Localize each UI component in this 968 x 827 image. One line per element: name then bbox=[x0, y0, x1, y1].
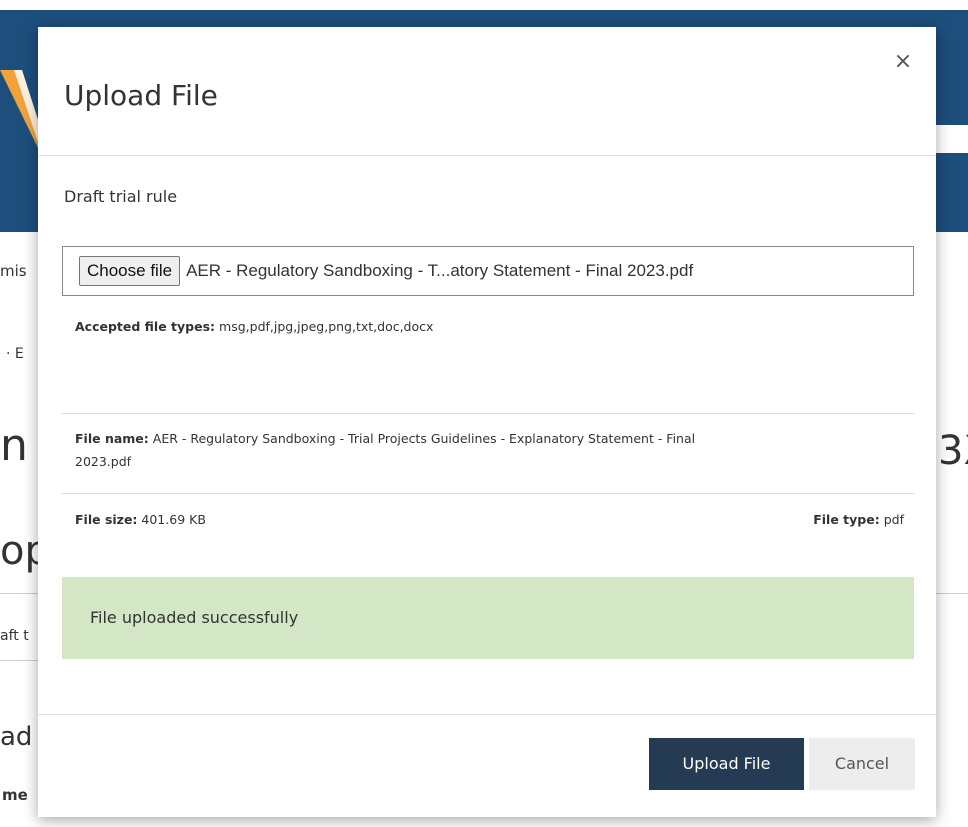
bg-label-fragment: me bbox=[2, 786, 28, 804]
file-info-divider-top bbox=[62, 413, 914, 414]
file-input[interactable]: Choose file AER - Regulatory Sandboxing … bbox=[62, 246, 914, 296]
close-icon[interactable]: × bbox=[890, 49, 916, 75]
header-search-bar bbox=[936, 125, 968, 153]
accepted-file-types-label: Accepted file types: bbox=[75, 319, 216, 334]
bg-breadcrumb-fragment: · E bbox=[6, 346, 24, 362]
field-label: Draft trial rule bbox=[64, 187, 178, 206]
file-name-label: File name: bbox=[75, 431, 149, 446]
upload-file-dialog: Upload File × Draft trial rule Choose fi… bbox=[38, 27, 936, 817]
file-name-value-line2: 2023.pdf bbox=[75, 454, 132, 469]
file-type-label: File type: bbox=[813, 512, 880, 527]
accepted-file-types-value: msg,pdf,jpg,jpeg,png,txt,doc,docx bbox=[219, 319, 434, 334]
footer-divider bbox=[38, 714, 936, 715]
bg-section-fragment: ad bbox=[0, 722, 33, 752]
bg-divider-2 bbox=[0, 660, 38, 661]
bg-title-fragment-right: 3X bbox=[938, 428, 968, 474]
bg-tab-fragment: aft t bbox=[0, 628, 29, 644]
file-size-label: File size: bbox=[75, 512, 138, 527]
page-top-strip bbox=[0, 0, 968, 10]
file-info-divider-mid bbox=[62, 493, 914, 494]
file-type-info: File type: pdf bbox=[813, 508, 904, 531]
bg-nav-fragment: mis bbox=[0, 262, 27, 280]
cancel-button[interactable]: Cancel bbox=[809, 738, 915, 790]
upload-file-button[interactable]: Upload File bbox=[649, 738, 804, 790]
upload-success-alert: File uploaded successfully bbox=[62, 577, 914, 659]
accepted-file-types: Accepted file types: msg,pdf,jpg,jpeg,pn… bbox=[75, 319, 433, 334]
header-divider bbox=[38, 155, 936, 156]
file-size-info: File size: 401.69 KB bbox=[75, 508, 206, 531]
bg-divider-right bbox=[936, 593, 968, 594]
dialog-title: Upload File bbox=[64, 79, 218, 112]
file-type-value: pdf bbox=[883, 512, 904, 527]
chosen-file-name: AER - Regulatory Sandboxing - T...atory … bbox=[186, 261, 694, 280]
choose-file-button[interactable]: Choose file bbox=[79, 256, 181, 286]
file-size-value: 401.69 KB bbox=[141, 512, 206, 527]
file-name-info: File name: AER - Regulatory Sandboxing -… bbox=[75, 427, 905, 473]
bg-divider bbox=[0, 593, 38, 594]
file-name-value-line1: AER - Regulatory Sandboxing - Trial Proj… bbox=[152, 431, 696, 446]
